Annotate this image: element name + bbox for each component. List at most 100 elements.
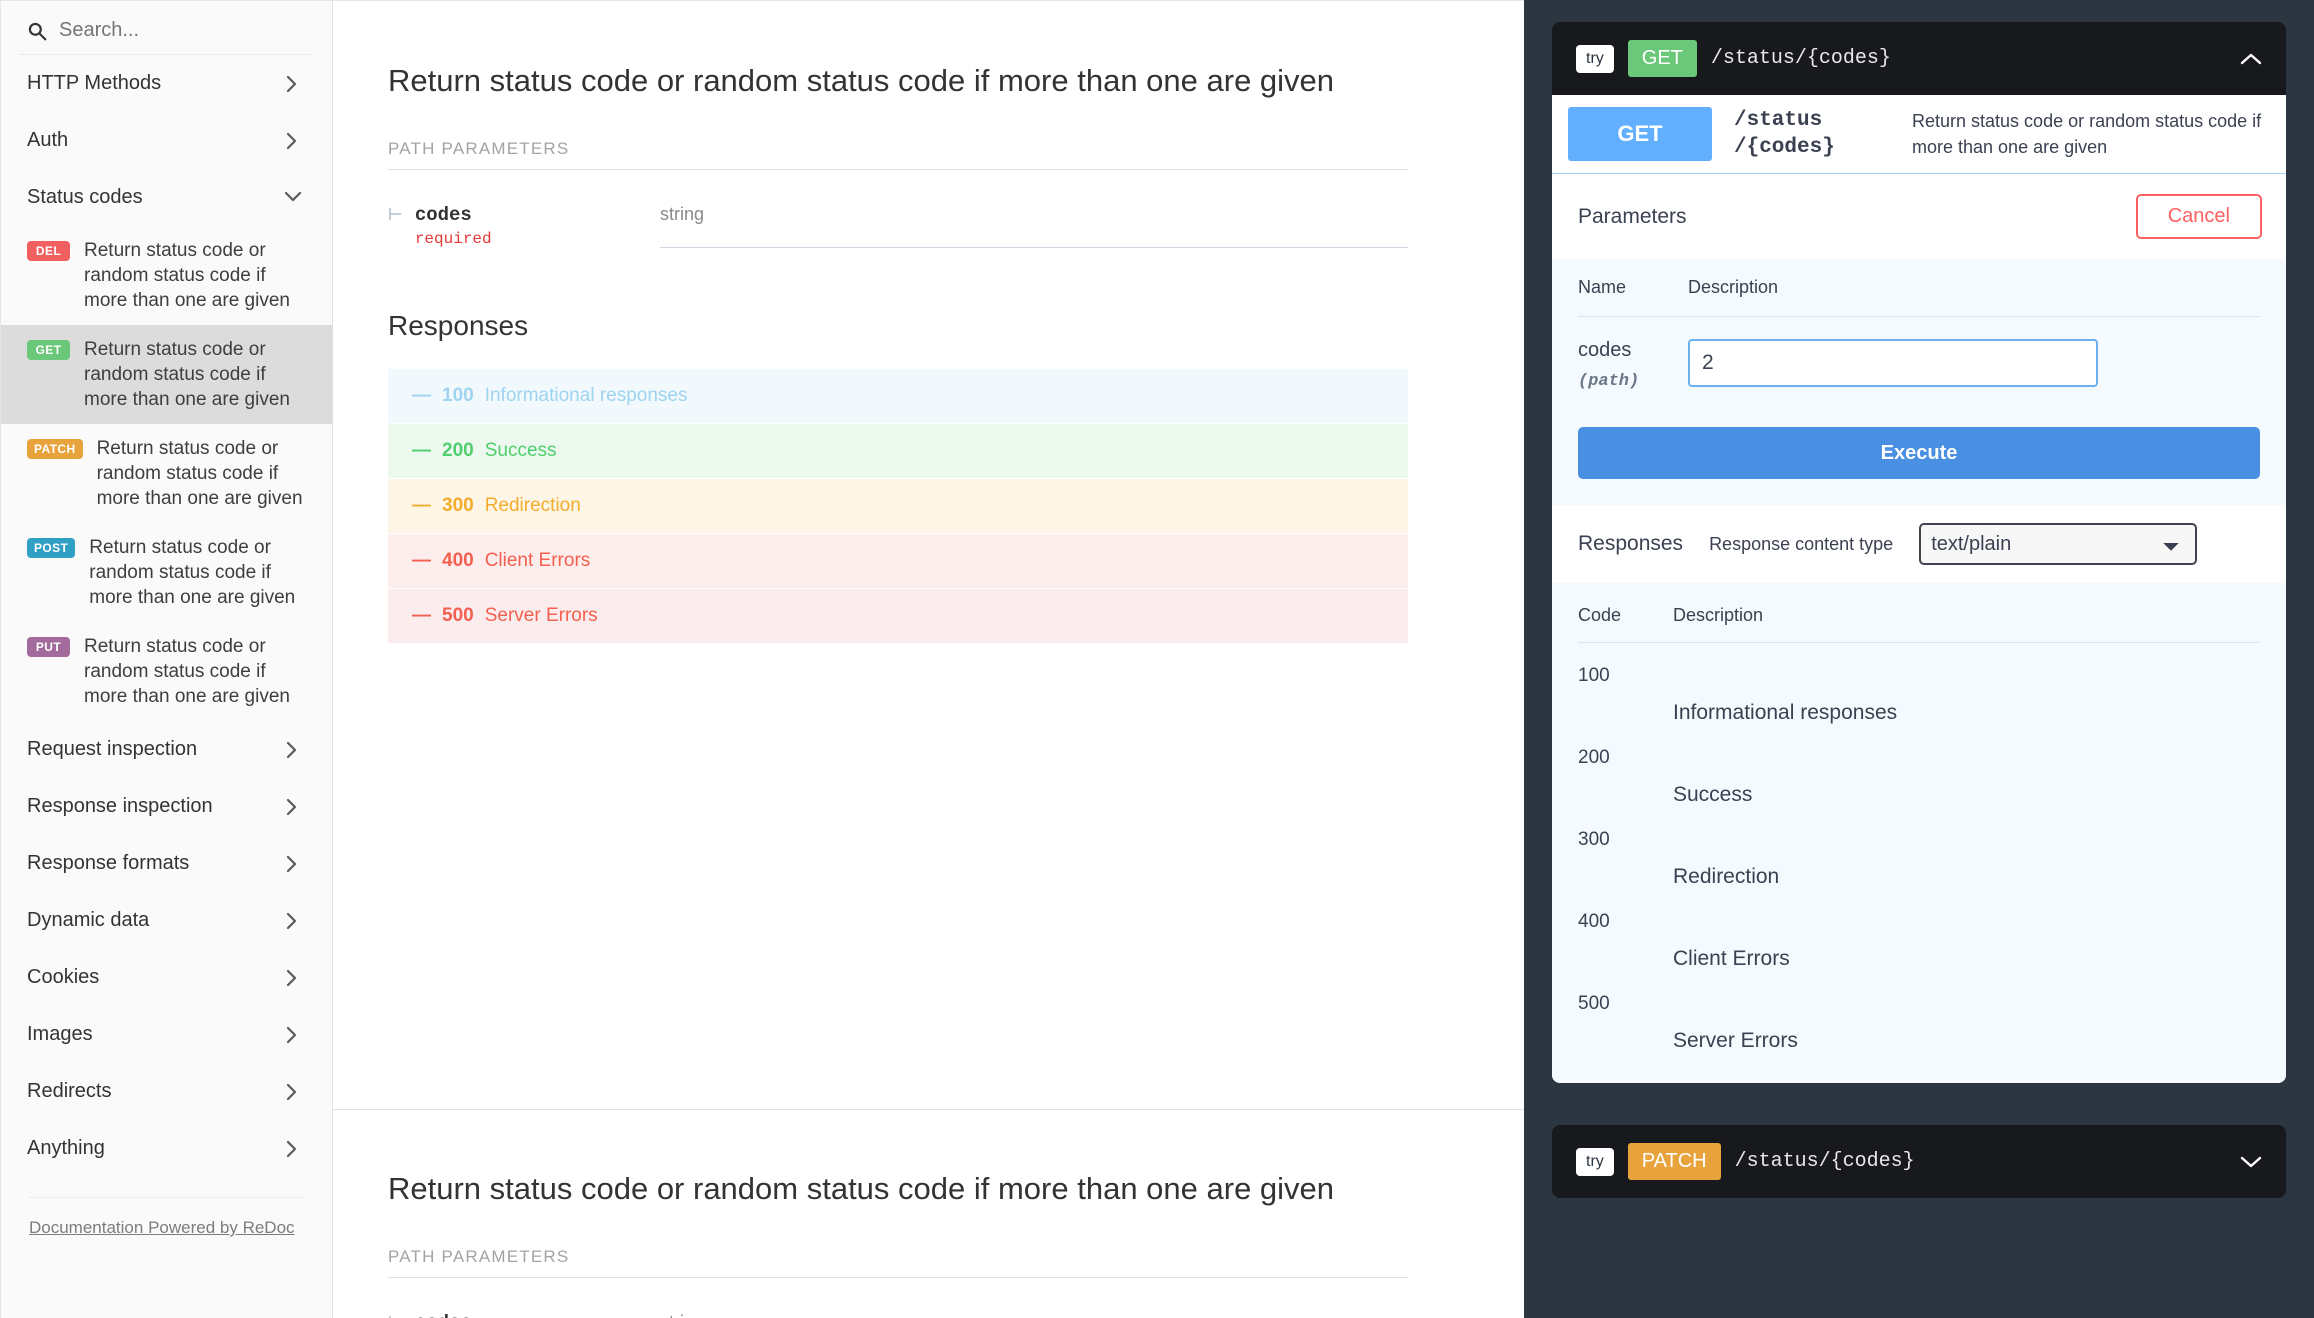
- response-description: Server Errors: [484, 605, 598, 626]
- response-code-value: 300: [1578, 829, 1610, 850]
- sidebar-operation-label: Return status code or random status code…: [96, 438, 303, 509]
- response-description: Client Errors: [484, 550, 591, 571]
- sidebar-footer: Documentation Powered by ReDoc: [29, 1197, 304, 1238]
- endpoint-path: /status/{codes}: [1710, 47, 1891, 70]
- sidebar-group-redirects[interactable]: Redirects: [1, 1063, 332, 1120]
- cancel-button[interactable]: Cancel: [2135, 194, 2262, 239]
- codes-input[interactable]: [1688, 339, 2098, 387]
- sidebar-group-label: Cookies: [27, 966, 100, 988]
- method-badge-get: GET: [1627, 40, 1697, 77]
- page-title: Return status code or random status code…: [388, 63, 1335, 98]
- response-code-value: 100: [1578, 665, 1610, 686]
- sidebar-operation-del[interactable]: DEL Return status code or random status c…: [1, 226, 332, 325]
- opblock-get-body: GET /status/{codes} Return status code o…: [1552, 95, 2286, 1083]
- summary-description: Return status code or random status code…: [1912, 111, 2262, 157]
- response-code-value: 400: [1578, 911, 1610, 932]
- sidebar-group-label: Dynamic data: [27, 909, 150, 931]
- parameter-row: ⊢ codes required string: [388, 204, 1408, 248]
- response-code: 500: [442, 605, 474, 626]
- chevron-right-icon[interactable]: [284, 741, 302, 759]
- response-code-value: 200: [1578, 747, 1610, 768]
- response-description: Success: [484, 440, 557, 461]
- try-badge-patch[interactable]: try: [1576, 1147, 1614, 1176]
- response-code-description: Informational responses: [1673, 701, 1898, 724]
- sidebar-group-auth[interactable]: Auth: [1, 112, 332, 169]
- sidebar-group-response-inspection[interactable]: Response inspection: [1, 778, 332, 835]
- sidebar-operation-label: Return status code or random status code…: [89, 537, 296, 608]
- response-code-description: Client Errors: [1673, 947, 1790, 970]
- execute-button[interactable]: Execute: [1578, 427, 2260, 479]
- path-parameters-label-2: PATH PARAMETERS: [388, 1247, 1408, 1278]
- chevron-right-icon[interactable]: [284, 969, 302, 987]
- response-codes-header: Code Description: [1578, 605, 2260, 643]
- chevron-down-icon[interactable]: [284, 189, 302, 207]
- chevron-right-icon[interactable]: [284, 132, 302, 150]
- method-badge: GET: [27, 340, 70, 360]
- opblock-patch-header[interactable]: try PATCH /status/{codes}: [1552, 1125, 2286, 1198]
- sidebar-group-label: Request inspection: [27, 738, 198, 760]
- chevron-down-icon[interactable]: [2240, 1155, 2262, 1169]
- response-toggle-icon: —: [412, 440, 431, 461]
- sidebar-group-label: Images: [27, 1023, 93, 1045]
- response-description: Informational responses: [484, 385, 688, 406]
- chevron-right-icon[interactable]: [284, 798, 302, 816]
- response-code: 300: [442, 495, 474, 516]
- sidebar-nav-bottom: Request inspection Response inspection Res…: [1, 721, 332, 1177]
- sidebar-nav-top: HTTP Methods Auth Status codes: [1, 55, 332, 226]
- sidebar-operation-label: Return status code or random status code…: [84, 339, 290, 410]
- opblock-get-header[interactable]: try GET /status/{codes}: [1552, 22, 2286, 95]
- redoc-powered-link[interactable]: Documentation Powered by ReDoc: [29, 1218, 295, 1237]
- response-code-row-500: 500 Server Errors: [1578, 971, 2260, 1053]
- response-row-400[interactable]: — 400 Client Errors: [388, 534, 1408, 588]
- param-location-cell: (path): [1578, 372, 1640, 391]
- param-name-cell: codes: [1578, 339, 1632, 361]
- chevron-up-icon[interactable]: [2240, 52, 2262, 66]
- response-code-value: 500: [1578, 993, 1610, 1014]
- method-badge: POST: [27, 538, 76, 558]
- search-input[interactable]: [59, 19, 289, 42]
- response-row-100[interactable]: — 100 Informational responses: [388, 369, 1408, 423]
- sidebar-group-anything[interactable]: Anything: [1, 1120, 332, 1177]
- response-content-type-select[interactable]: text/plainapplication/jsontext/html: [1919, 523, 2198, 565]
- response-code-description: Success: [1673, 783, 1753, 806]
- sidebar-operation-get[interactable]: GET Return status code or random status c…: [1, 325, 332, 424]
- sidebar-group-request-inspection[interactable]: Request inspection: [1, 721, 332, 778]
- response-code-row-400: 400 Client Errors: [1578, 889, 2260, 971]
- search-bar[interactable]: [19, 1, 314, 55]
- response-codes-table: Code Description 100 Informational respon…: [1552, 583, 2286, 1083]
- sidebar-group-label: Response inspection: [27, 795, 213, 817]
- parameters-table: Name Description codes (path): [1552, 259, 2286, 391]
- operation-section-get: Return status code or random status code…: [333, 1, 1524, 643]
- chevron-right-icon[interactable]: [284, 1026, 302, 1044]
- chevron-right-icon[interactable]: [284, 912, 302, 930]
- sidebar-operation-label: Return status code or random status code…: [84, 240, 290, 311]
- sidebar-group-dynamic-data[interactable]: Dynamic data: [1, 892, 332, 949]
- response-code-row-300: 300 Redirection: [1578, 807, 2260, 889]
- response-row-500[interactable]: — 500 Server Errors: [388, 589, 1408, 643]
- chevron-right-icon[interactable]: [284, 75, 302, 93]
- sidebar-group-http-methods[interactable]: HTTP Methods: [1, 55, 332, 112]
- chevron-right-icon[interactable]: [284, 1140, 302, 1158]
- response-row-200[interactable]: — 200 Success: [388, 424, 1408, 478]
- page-title-2: Return status code or random status code…: [388, 1171, 1335, 1206]
- response-row-300[interactable]: — 300 Redirection: [388, 479, 1408, 533]
- try-badge[interactable]: try: [1576, 44, 1614, 73]
- sidebar-group-label: HTTP Methods: [27, 72, 162, 94]
- parameter-row-2: ⊢ codes string: [388, 1312, 1408, 1318]
- sidebar-group-images[interactable]: Images: [1, 1006, 332, 1063]
- parameter-arrow-icon: ⊢: [388, 205, 403, 224]
- opblock-patch: try PATCH /status/{codes}: [1552, 1125, 2286, 1198]
- column-header-code-description: Description: [1673, 605, 1764, 625]
- sidebar-group-response-formats[interactable]: Response formats: [1, 835, 332, 892]
- method-badge: PUT: [27, 637, 70, 657]
- chevron-right-icon[interactable]: [284, 1083, 302, 1101]
- sidebar-group-status-codes[interactable]: Status codes: [1, 169, 332, 226]
- path-parameters-label: PATH PARAMETERS: [388, 139, 1408, 170]
- sidebar-operation-put[interactable]: PUT Return status code or random status c…: [1, 622, 332, 721]
- sidebar-group-cookies[interactable]: Cookies: [1, 949, 332, 1006]
- sidebar-operation-patch[interactable]: PATCH Return status code or random status…: [1, 424, 332, 523]
- responses-list: — 100 Informational responses — 200 Success — 3…: [388, 369, 1408, 643]
- response-code-description: Redirection: [1673, 865, 1780, 888]
- chevron-right-icon[interactable]: [284, 855, 302, 873]
- sidebar-operation-post[interactable]: POST Return status code or random status …: [1, 523, 332, 622]
